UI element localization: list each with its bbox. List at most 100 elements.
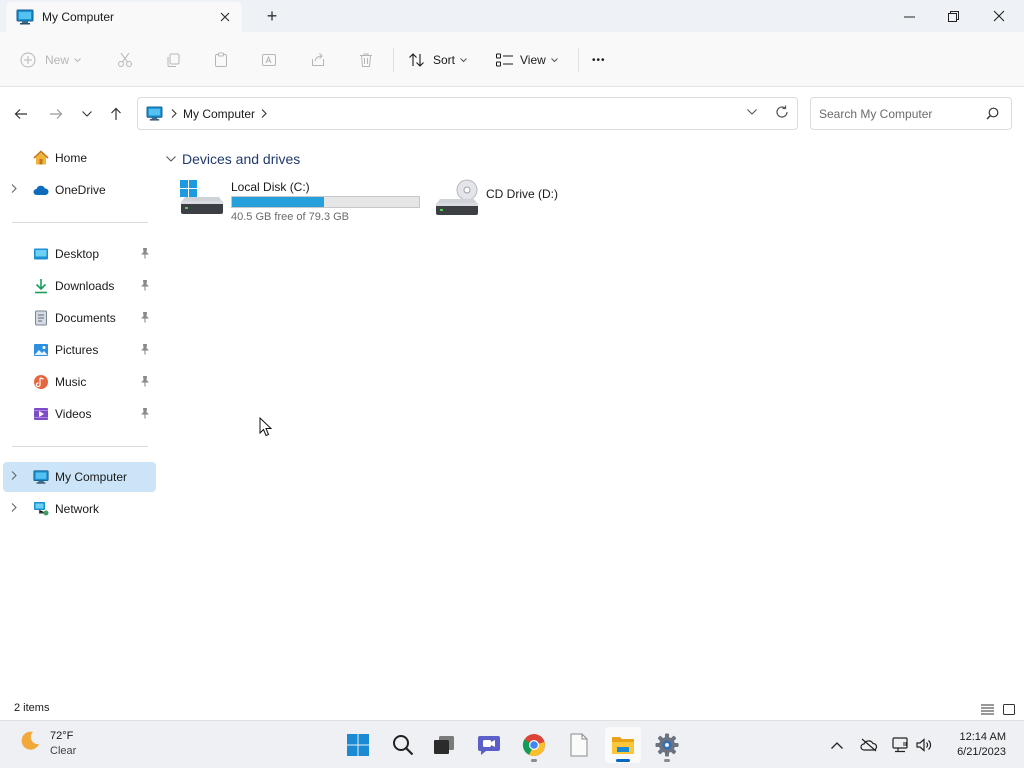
network-tray-icon[interactable]	[891, 735, 911, 755]
recent-locations-button[interactable]	[77, 105, 97, 123]
status-bar: 2 items	[0, 698, 1024, 720]
drive-name: Local Disk (C:)	[231, 180, 310, 194]
volume-tray-icon[interactable]	[915, 735, 935, 755]
settings-taskbar-button[interactable]	[649, 727, 685, 763]
group-title: Devices and drives	[182, 151, 301, 167]
nav-item-pictures[interactable]: Pictures	[3, 335, 156, 365]
videos-icon	[34, 408, 48, 420]
search-icon[interactable]	[986, 107, 999, 120]
paste-button[interactable]	[213, 48, 229, 72]
group-header-devices[interactable]: Devices and drives	[166, 151, 300, 167]
chevron-right-icon[interactable]	[171, 109, 177, 118]
close-icon	[993, 10, 1005, 22]
nav-label-home: Home	[55, 151, 88, 165]
chrome-taskbar-button[interactable]	[516, 727, 552, 763]
wired-network-icon	[892, 737, 908, 753]
see-more-button[interactable]: •••	[592, 48, 606, 72]
tiles-view-button[interactable]	[1001, 701, 1017, 717]
drive-item-c[interactable]: Local Disk (C:) 40.5 GB free of 79.3 GB	[179, 179, 429, 229]
taskbar-clock[interactable]: 12:14 AM 6/21/2023	[946, 730, 1006, 760]
forward-button[interactable]	[46, 105, 66, 123]
pin-icon[interactable]	[140, 407, 150, 419]
sort-button[interactable]: Sort	[408, 48, 467, 72]
nav-item-network[interactable]: Network	[3, 494, 156, 524]
taskbar: 72°F Clear 12:14 AM 6/21/2023	[0, 720, 1024, 768]
up-button[interactable]	[106, 105, 126, 123]
computer-icon	[146, 106, 163, 121]
nav-label-desktop: Desktop	[55, 247, 100, 261]
breadcrumb-my-computer[interactable]: My Computer	[183, 107, 255, 121]
pin-icon[interactable]	[140, 247, 150, 259]
address-bar[interactable]: My Computer	[137, 97, 798, 130]
restore-button[interactable]	[930, 0, 976, 32]
task-view-icon	[434, 736, 454, 754]
sort-icon	[409, 53, 424, 67]
nav-label-videos: Videos	[55, 407, 92, 421]
arrow-up-icon	[111, 107, 121, 120]
onedrive-tray-icon[interactable]	[859, 735, 879, 755]
tab-my-computer[interactable]: My Computer	[6, 2, 242, 32]
nav-item-home[interactable]: Home	[3, 143, 156, 173]
drive-item-d[interactable]: CD Drive (D:)	[434, 179, 564, 229]
nav-item-my-computer[interactable]: My Computer	[3, 462, 156, 492]
paste-icon	[215, 52, 227, 67]
share-button[interactable]	[310, 48, 326, 72]
close-window-button[interactable]	[976, 0, 1022, 32]
show-hidden-icons-button[interactable]	[827, 735, 847, 755]
pin-icon[interactable]	[140, 279, 150, 291]
weather-widget[interactable]: 72°F Clear	[18, 729, 76, 759]
start-button[interactable]	[340, 727, 376, 763]
search-box[interactable]	[810, 97, 1012, 130]
refresh-icon[interactable]	[775, 105, 789, 119]
rename-button[interactable]	[261, 48, 277, 72]
nav-item-videos[interactable]: Videos	[3, 399, 156, 429]
chevron-right-icon[interactable]	[261, 109, 267, 118]
chevron-down-icon[interactable]	[747, 109, 757, 115]
share-icon	[312, 53, 324, 66]
nav-label-network: Network	[55, 502, 100, 516]
chevron-right-icon[interactable]	[11, 503, 17, 512]
nav-item-onedrive[interactable]: OneDrive	[3, 175, 156, 205]
search-input[interactable]	[819, 106, 979, 121]
cut-icon	[118, 52, 132, 67]
arrow-right-icon	[50, 109, 63, 119]
search-icon	[393, 735, 414, 756]
taskbar-search-button[interactable]	[385, 727, 421, 763]
drive-name: CD Drive (D:)	[486, 187, 558, 201]
add-circle-icon	[20, 52, 36, 68]
file-explorer-taskbar-button[interactable]	[605, 727, 641, 763]
back-button[interactable]	[11, 105, 31, 123]
nav-divider	[12, 222, 148, 223]
copy-button[interactable]	[165, 48, 181, 72]
command-bar: New Sort View •••	[0, 32, 1024, 87]
task-view-button[interactable]	[426, 727, 462, 763]
pin-icon[interactable]	[140, 343, 150, 355]
cut-button[interactable]	[117, 48, 133, 72]
chevron-up-icon	[831, 741, 843, 749]
cd-drive-icon	[436, 179, 478, 215]
chevron-right-icon[interactable]	[11, 184, 17, 193]
delete-button[interactable]	[358, 48, 374, 72]
new-button[interactable]: New	[20, 48, 81, 72]
chevron-down-icon[interactable]	[166, 156, 176, 162]
nav-label-downloads: Downloads	[55, 279, 115, 293]
chrome-icon	[522, 734, 545, 756]
nav-item-music[interactable]: Music	[3, 367, 156, 397]
chat-button[interactable]	[471, 727, 507, 763]
nav-label-onedrive: OneDrive	[55, 183, 106, 197]
nav-item-documents[interactable]: Documents	[3, 303, 156, 333]
plus-icon: +	[266, 6, 278, 26]
close-tab-icon[interactable]	[216, 8, 234, 26]
new-tab-button[interactable]: +	[262, 6, 282, 26]
chevron-down-icon	[550, 57, 558, 62]
nav-item-downloads[interactable]: Downloads	[3, 271, 156, 301]
nav-item-desktop[interactable]: Desktop	[3, 239, 156, 269]
pin-icon[interactable]	[140, 375, 150, 387]
details-view-button[interactable]	[979, 701, 995, 717]
view-button[interactable]: View	[496, 48, 558, 72]
chat-icon	[478, 736, 500, 755]
pin-icon[interactable]	[140, 311, 150, 323]
chevron-right-icon[interactable]	[11, 471, 17, 480]
notepad-taskbar-button[interactable]	[561, 727, 597, 763]
minimize-button[interactable]	[886, 0, 932, 32]
